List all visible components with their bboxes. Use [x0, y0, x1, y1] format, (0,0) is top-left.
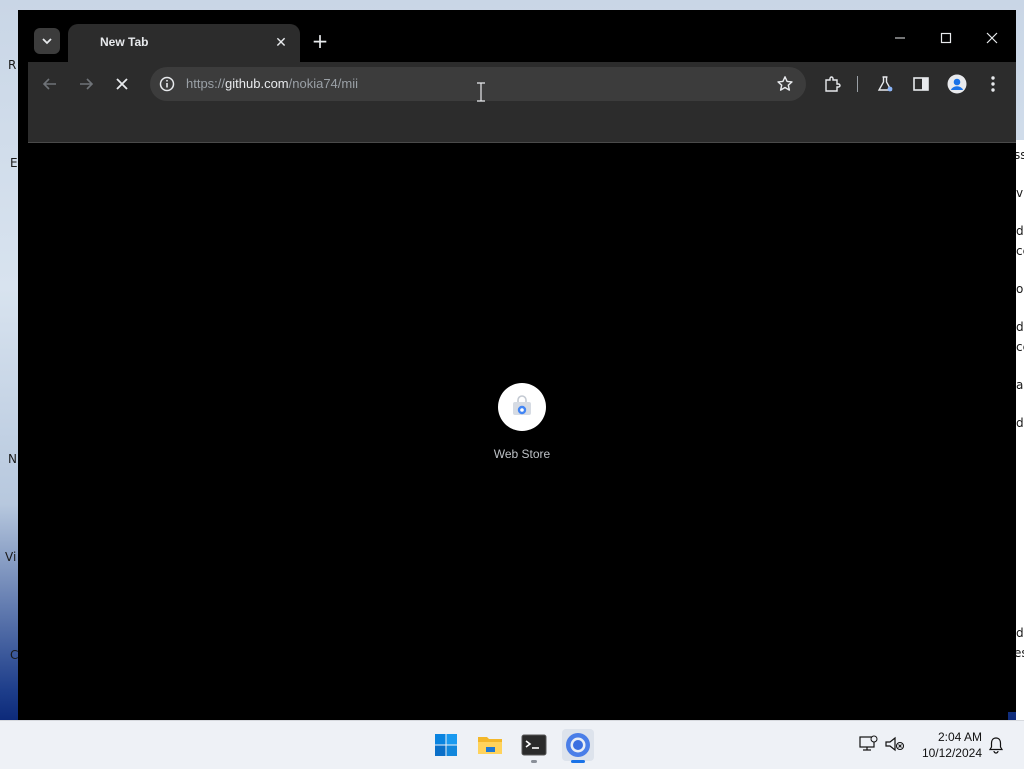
url-text[interactable]: https://github.com/nokia74/mii [186, 76, 358, 91]
labs-button[interactable] [873, 72, 897, 96]
background-text-fragment: d [1016, 626, 1024, 640]
new-tab-button[interactable]: + [308, 29, 332, 53]
plus-icon: + [311, 29, 329, 53]
maximize-button[interactable] [926, 24, 966, 52]
network-disconnected-icon [859, 735, 878, 751]
background-text-fragment: cc [1016, 340, 1024, 354]
clock-time: 2:04 AM [937, 730, 982, 744]
background-text-fragment: o [1016, 282, 1024, 296]
arrow-left-icon [42, 78, 56, 90]
profile-button[interactable] [945, 72, 969, 96]
background-text-fragment: a [1016, 378, 1024, 392]
avatar-icon [947, 74, 967, 94]
back-button[interactable] [38, 72, 62, 96]
shortcut-tile-web-store[interactable]: Web Store [493, 383, 551, 461]
stop-loading-button[interactable] [110, 72, 134, 96]
shortcut-label: Web Store [493, 447, 551, 461]
url-path: /nokia74/mii [288, 76, 358, 91]
web-store-icon [513, 395, 531, 415]
close-icon [986, 32, 998, 44]
close-icon: ✕ [275, 35, 287, 51]
kebab-menu-icon [991, 76, 995, 92]
network-status-button[interactable] [858, 735, 878, 757]
browser-toolbar: https://github.com/nokia74/mii [28, 62, 1016, 106]
desktop-label-fragment[interactable]: R [8, 58, 16, 72]
bell-icon [988, 737, 1004, 754]
clock-date: 10/12/2024 [921, 746, 982, 760]
speaker-muted-icon [885, 736, 905, 752]
background-text-fragment: d [1016, 224, 1024, 238]
forward-button[interactable] [74, 72, 98, 96]
tab-title: New Tab [100, 35, 149, 49]
url-scheme: https:// [186, 76, 226, 91]
taskbar: 2:04 AM 10/12/2024 [0, 720, 1024, 769]
terminal-icon [521, 734, 547, 756]
toolbar-divider [857, 76, 858, 92]
chrome-icon [566, 733, 590, 757]
minimize-button[interactable] [880, 24, 920, 52]
url-host: github.com [225, 76, 289, 91]
file-explorer-button[interactable] [474, 729, 506, 761]
flask-icon [877, 76, 893, 92]
close-tab-button[interactable]: ✕ [272, 34, 290, 52]
tab-new-tab[interactable]: New Tab ✕ [68, 24, 300, 62]
desktop-label-fragment[interactable]: N [8, 452, 17, 466]
notifications-button[interactable] [988, 736, 1004, 758]
background-text-fragment: vi [1016, 186, 1024, 200]
chrome-button[interactable] [562, 729, 594, 763]
arrow-right-icon [80, 78, 94, 90]
background-text-fragment: d [1016, 416, 1024, 430]
background-text-fragment: cc [1016, 244, 1024, 258]
shortcut-icon-container [498, 383, 546, 431]
side-panel-button[interactable] [909, 72, 933, 96]
bookmarks-bar [28, 106, 1016, 143]
folder-icon [478, 737, 502, 754]
running-indicator [531, 760, 537, 763]
star-icon[interactable] [776, 75, 794, 93]
start-button[interactable] [430, 729, 462, 761]
text-cursor-icon [477, 82, 485, 102]
maximize-icon [940, 32, 952, 44]
chevron-down-icon [42, 38, 52, 45]
new-tab-page: Web Store [28, 143, 1016, 712]
extensions-button[interactable] [820, 72, 844, 96]
volume-button[interactable] [884, 735, 906, 757]
active-indicator [571, 760, 585, 763]
info-icon[interactable] [159, 76, 175, 92]
menu-button[interactable] [981, 72, 1005, 96]
terminal-button[interactable] [518, 729, 550, 763]
browser-window: New Tab ✕ + https://github.com/nokia74/m… [18, 10, 1016, 722]
system-clock[interactable]: 2:04 AM 10/12/2024 [922, 729, 982, 761]
desktop-label-fragment[interactable]: Vi [5, 550, 16, 564]
stop-x-icon [116, 78, 128, 90]
desktop-label-fragment[interactable]: E [10, 156, 18, 170]
close-window-button[interactable] [972, 24, 1012, 52]
background-text-fragment: d [1016, 320, 1024, 334]
tab-strip: New Tab ✕ + [18, 10, 1016, 62]
tab-search-button[interactable] [34, 28, 60, 54]
puzzle-icon [825, 76, 841, 92]
side-panel-icon [913, 77, 929, 91]
minimize-icon [895, 37, 905, 39]
windows-start-icon [435, 734, 457, 756]
